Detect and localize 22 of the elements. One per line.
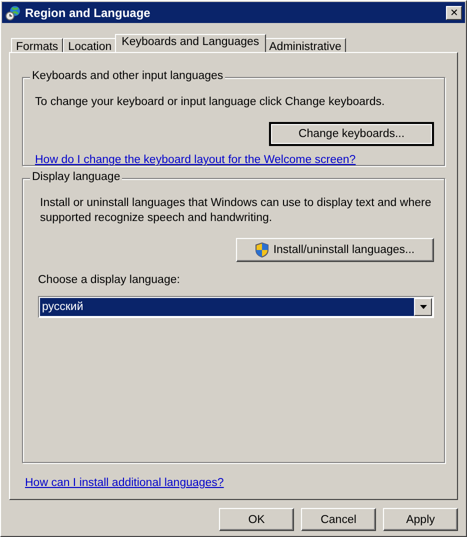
dialog-button[interactable]: Cancel — [301, 508, 376, 531]
tab[interactable]: Formats — [11, 38, 64, 52]
language-dropdown[interactable]: русский — [38, 296, 434, 318]
shield-icon — [255, 242, 270, 258]
tab[interactable]: Administrative — [264, 38, 346, 52]
close-button[interactable]: ✕ — [446, 6, 462, 20]
globe-clock-icon — [5, 4, 21, 20]
dialog-button[interactable]: OK — [219, 508, 294, 531]
change-keyboards-button[interactable]: Change keyboards... — [269, 122, 434, 146]
group-title: Display language — [30, 171, 122, 183]
description-text: To change your keyboard or input language click Change keyboards. — [35, 95, 386, 110]
field-label: Choose a display language: — [38, 274, 181, 286]
description-text: Install or uninstall languages that Windows can use to display text and where supported recognize speech and handwriting. — [40, 196, 432, 226]
tab[interactable]: Location — [63, 38, 117, 52]
dropdown-arrow-icon — [420, 305, 426, 309]
install-languages-button[interactable]: Install/uninstall languages... — [236, 238, 434, 262]
group-title: Keyboards and other input languages — [30, 70, 226, 82]
tab[interactable]: Keyboards and Languages — [114, 34, 266, 52]
help-link[interactable]: How do I change the keyboard layout for the Welcome screen? — [35, 154, 356, 166]
dialog-button[interactable]: Apply — [383, 508, 458, 531]
window-title: Region and Language — [25, 6, 152, 20]
help-link[interactable]: How can I install additional languages? — [25, 477, 224, 489]
